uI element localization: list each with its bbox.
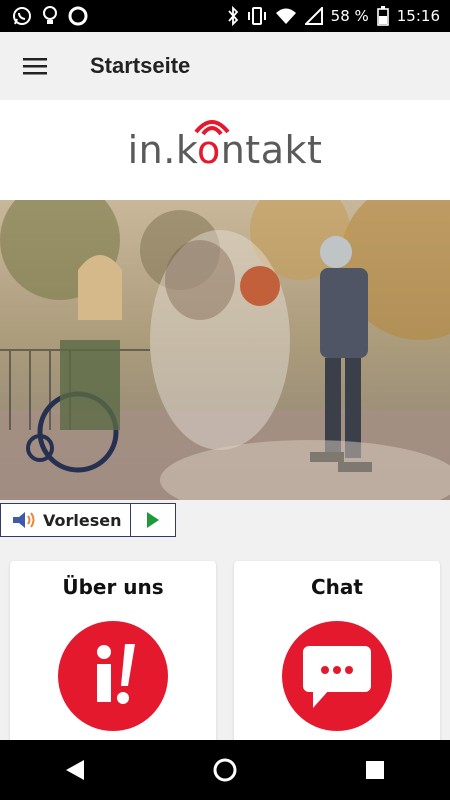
bluetooth-icon [227,6,239,26]
lightbulb-icon [42,6,58,26]
brand-logo: in.kontakt [127,120,323,172]
hero-image [0,200,450,500]
card-about-us[interactable]: Über uns [10,561,216,761]
circle-app-icon [68,6,88,26]
play-icon [147,512,159,528]
page-title: Startseite [90,53,191,78]
read-aloud-control: Vorlesen [0,503,176,537]
card-chat-title: Chat [311,575,363,599]
app-bar: Startseite [0,32,450,100]
status-bar: 58 % 15:16 [0,0,450,32]
speaker-icon [13,512,35,528]
clock: 15:16 [396,7,440,25]
info-icon [58,621,168,731]
back-button[interactable] [45,740,105,800]
signal-waves-icon [194,120,230,136]
hamburger-menu-button[interactable] [0,32,70,100]
logo-area: in.kontakt [0,100,450,200]
whatsapp-icon [12,6,32,26]
card-chat[interactable]: Chat [234,561,440,761]
logo-text-part-1: in.k [127,128,197,172]
recents-button[interactable] [345,740,405,800]
logo-text-part-2: ntakt [220,128,323,172]
navigation-bar [0,740,450,800]
battery-icon [376,6,389,26]
home-icon [213,758,237,782]
play-button[interactable] [131,504,175,536]
wifi-icon [275,7,297,25]
card-about-us-title: Über uns [62,575,164,599]
read-aloud-label: Vorlesen [43,510,122,530]
hamburger-menu-icon [23,58,47,75]
vibrate-icon [247,6,267,26]
signal-icon [304,7,323,25]
home-button[interactable] [195,740,255,800]
chat-bubble-icon [282,621,392,731]
read-aloud-button[interactable]: Vorlesen [1,504,131,536]
battery-percent: 58 % [330,7,369,25]
back-icon [66,760,84,780]
recents-icon [366,761,384,779]
